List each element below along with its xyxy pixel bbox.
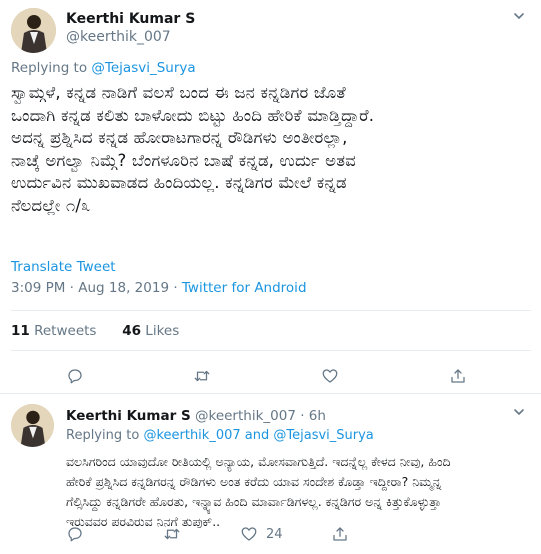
divider <box>11 310 531 311</box>
translate-tweet-link[interactable]: Translate Tweet <box>11 259 116 275</box>
chevron-down-icon[interactable] <box>513 406 525 421</box>
reply-retweet-button[interactable] <box>163 525 181 543</box>
author-avatar[interactable] <box>11 8 56 53</box>
replying-to-handle-link[interactable]: @Tejasvi_Surya <box>91 60 195 76</box>
tweet-timestamp[interactable]: 3:09 PM · Aug 18, 2019 · <box>11 280 182 296</box>
author-name[interactable]: Keerthi Kumar S <box>66 11 195 27</box>
share-icon <box>333 527 347 541</box>
reply-header: Keerthi Kumar S @keerthik_007 · 6h <box>66 408 326 424</box>
replying-to-prefix: Replying to <box>11 60 88 76</box>
replying-to-prefix: Replying to <box>66 428 140 443</box>
reply-replying-to: Replying to @keerthik_007 and @Tejasvi_S… <box>66 428 374 443</box>
reply-time-ago[interactable]: · 6h <box>300 408 326 424</box>
tweet-text-line: ಸ್ವಾಮ್ಗಳೆ, ಕನ್ನಡ ನಾಡಿಗೆ ವಲಸೆ ಬಂದ ಈ ಜನ ಕನ… <box>11 83 346 102</box>
retweets-count: 11 <box>11 323 30 339</box>
main-tweet: Keerthi Kumar S @keerthik_007 Replying t… <box>0 0 541 394</box>
replying-to: Replying to @Tejasvi_Surya <box>11 60 196 76</box>
reply-author-name[interactable]: Keerthi Kumar S <box>66 408 191 424</box>
retweet-icon <box>164 528 180 540</box>
avatar-photo-icon <box>11 404 54 447</box>
share-button[interactable] <box>449 367 467 385</box>
reply-text: ವಲಸಿಗರಿಂದ ಯಾವುದೋ ರೀತಿಯಲ್ಲಿ ಅನ್ಯಾಯ, ಮೋಸವಾ… <box>66 452 536 532</box>
likes-count: 46 <box>122 323 141 339</box>
chevron-down-icon[interactable] <box>513 10 525 25</box>
tweet-text-line: ಒಂದಾಗಿ ಕನ್ನಡ ಕಲಿತು ಬಾಳೋದು ಬಿಟ್ಟು ಹಿಂದಿ ಹ… <box>11 105 375 125</box>
reply-author-avatar[interactable] <box>11 404 54 447</box>
reply-share-button[interactable] <box>331 525 349 543</box>
reply-icon <box>68 369 82 384</box>
reply-like-count: 24 <box>266 526 283 542</box>
reply-text-line: ಇರುವವರ ಪರವಿರುವ ನಿನಗೆ ತುಪುಕ್.. <box>66 514 221 529</box>
heart-icon <box>322 369 338 383</box>
reply-text-line: ವಲಸಿಗರಿಂದ ಯಾವುದೋ ರೀತಿಯಲ್ಲಿ ಅನ್ಯಾಯ, ಮೋಸವಾ… <box>66 454 451 469</box>
reply-reply-button[interactable] <box>66 525 84 543</box>
replying-to-handle-link[interactable]: @keerthik_007 <box>143 428 240 443</box>
reply-text-line: ಗೆಲ್ಸಿಸಿದ್ದು ಕನ್ನಡಿಗರೇ ಹೊರತು, ಇನ್ನ್ಯಾವ ಹ… <box>66 494 442 509</box>
tweet-text-line: ಉರ್ದುವಿನ ಮುಖವಾಡದ ಹಿಂದಿಯಲ್ಲ. ಕನ್ನಡಿಗರ ಮೇಲ… <box>11 173 347 192</box>
likes-stat[interactable]: 46 Likes <box>122 323 179 339</box>
replying-to-and: and <box>244 428 270 443</box>
heart-icon <box>241 527 257 541</box>
reply-author-handle[interactable]: @keerthik_007 <box>195 408 296 424</box>
replying-to-handle-link[interactable]: @Tejasvi_Surya <box>273 428 373 443</box>
tweet-text-line: ಅದನ್ನ ಪ್ರಶ್ನಿಸಿದ ಕನ್ನಡ ಹೋರಾಟಗಾರನ್ನ ರೌಡಿಗ… <box>11 128 348 147</box>
tweet-text-line: ನೆಲದಲ್ಲೇ ೧/೩ <box>11 195 91 215</box>
share-icon <box>451 369 465 383</box>
reply-like-button[interactable]: 24 <box>240 525 283 543</box>
reply-button[interactable] <box>66 367 84 385</box>
tweet-text-line: ನಾಚ್ಕೆ ಅಗಲ್ವಾ ನಿಮ್ಗೆ? ಬೆಂಗಳೂರಿನ ಬಾಷೆ ಕನ್… <box>11 150 356 170</box>
tweet-meta: 3:09 PM · Aug 18, 2019 · Twitter for And… <box>11 280 307 296</box>
engagement-stats: 11 Retweets 46 Likes <box>11 323 179 339</box>
reply-text-line: ಹೇರಿಕೆ ಪ್ರಶ್ನಿಸಿದ ಕನ್ನಡಿಗರನ್ನ ರೌಡಿಗಳು ಅಂ… <box>66 474 442 489</box>
tweet-source-link[interactable]: Twitter for Android <box>182 280 307 296</box>
like-button[interactable] <box>321 367 339 385</box>
reply-icon <box>68 527 82 542</box>
retweets-label: Retweets <box>34 323 97 339</box>
likes-label: Likes <box>145 323 180 339</box>
tweet-text: ಸ್ವಾಮ್ಗಳೆ, ಕನ್ನಡ ನಾಡಿಗೆ ವಲಸೆ ಬಂದ ಈ ಜನ ಕನ… <box>11 82 531 217</box>
retweets-stat[interactable]: 11 Retweets <box>11 323 96 339</box>
avatar-photo-icon <box>11 8 56 53</box>
divider <box>11 350 531 351</box>
author-handle[interactable]: @keerthik_007 <box>66 29 171 45</box>
retweet-button[interactable] <box>193 367 211 385</box>
retweet-icon <box>194 370 210 382</box>
